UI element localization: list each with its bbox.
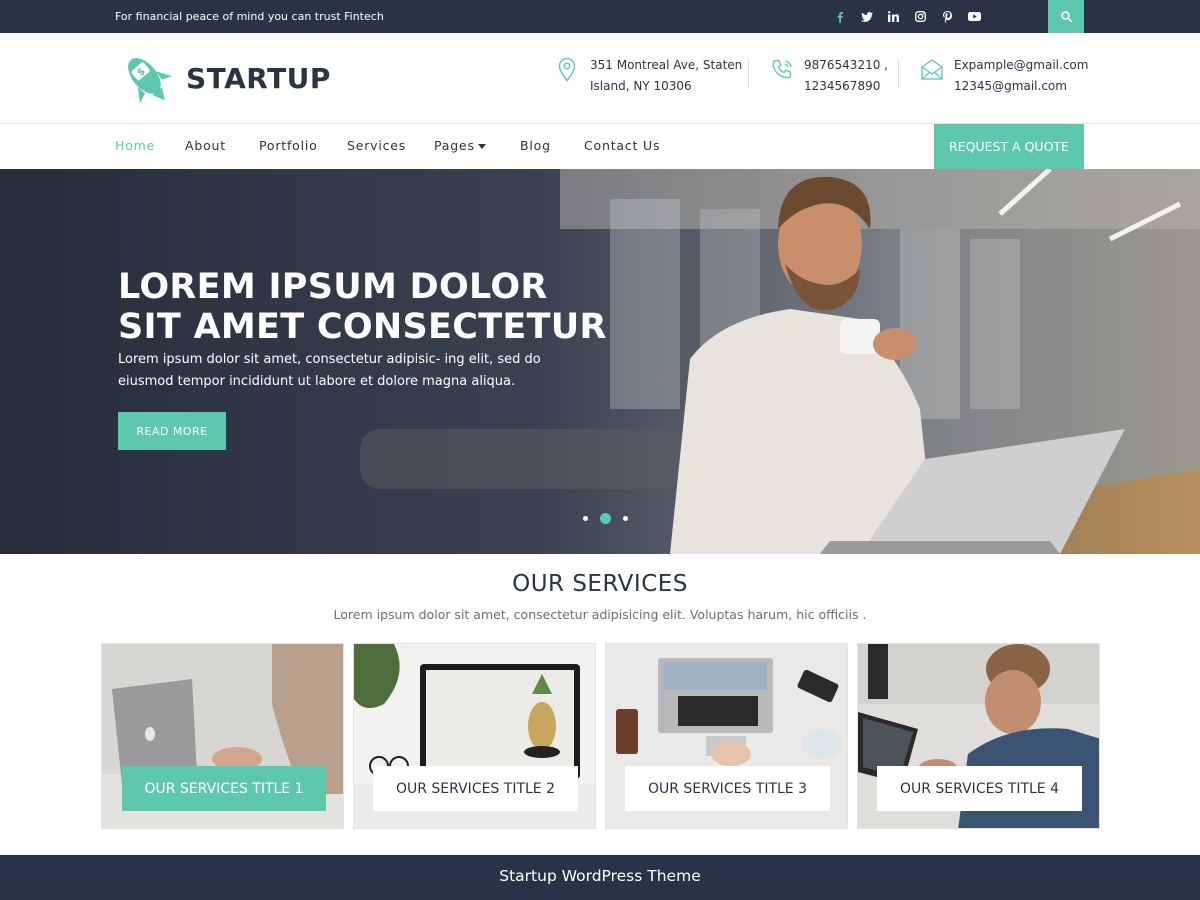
email-line-1[interactable]: Expample@gmail.com: [954, 55, 1088, 76]
search-button[interactable]: [1048, 0, 1084, 33]
service-card-title-1[interactable]: OUR SERVICES TITLE 1: [122, 766, 326, 811]
footer-credit[interactable]: Startup WordPress Theme: [0, 867, 1200, 885]
nav-item-portfolio[interactable]: Portfolio: [259, 138, 318, 153]
service-card-2[interactable]: OUR SERVICES TITLE 2: [353, 643, 596, 829]
service-card-3[interactable]: OUR SERVICES TITLE 3: [605, 643, 848, 829]
services-subtitle: Lorem ipsum dolor sit amet, consectetur …: [333, 607, 867, 622]
nav-item-pages-label: Pages: [434, 138, 475, 153]
service-card-title-2[interactable]: OUR SERVICES TITLE 2: [373, 766, 578, 811]
address-line-2: Island, NY 10306: [590, 79, 692, 93]
slider-dot[interactable]: [583, 516, 588, 521]
nav-item-contact[interactable]: Contact Us: [584, 138, 660, 153]
address-block: 351 Montreal Ave, Staten Island, NY 1030…: [556, 55, 742, 97]
linkedin-icon[interactable]: [880, 0, 907, 33]
phone-line-1[interactable]: 9876543210 ,: [804, 55, 888, 76]
caret-down-icon: [477, 144, 486, 149]
facebook-icon[interactable]: [826, 0, 853, 33]
site-footer: Startup WordPress Theme: [0, 855, 1200, 900]
slider-dot[interactable]: [623, 516, 628, 521]
top-tagline: For financial peace of mind you can trus…: [115, 10, 384, 23]
twitter-icon[interactable]: [853, 0, 880, 33]
nav-item-pages[interactable]: Pages: [434, 138, 486, 153]
site-logo-text[interactable]: STARTUP: [186, 62, 331, 95]
service-card-1[interactable]: OUR SERVICES TITLE 1: [101, 643, 344, 829]
header-divider: [748, 60, 749, 88]
top-bar: For financial peace of mind you can trus…: [0, 0, 1200, 33]
address-line-1: 351 Montreal Ave, Staten: [590, 58, 743, 72]
email-line-2[interactable]: 12345@gmail.com: [954, 76, 1088, 97]
phone-icon: [772, 59, 792, 79]
rocket-logo-icon[interactable]: $: [117, 49, 177, 109]
search-icon: [1060, 11, 1072, 22]
service-card-title-4[interactable]: OUR SERVICES TITLE 4: [877, 766, 1082, 811]
phone-line-2[interactable]: 1234567890: [804, 76, 888, 97]
hero-description: Lorem ipsum dolor sit amet, consectetur …: [118, 352, 541, 389]
nav-item-blog[interactable]: Blog: [520, 138, 551, 153]
hero-title: LOREM IPSUM DOLOR SIT AMET CONSECTETUR: [118, 267, 678, 347]
site-header: $ STARTUP 351 Montreal Ave, Staten Islan…: [0, 33, 1200, 124]
slider-dot-active[interactable]: [600, 513, 611, 524]
youtube-icon[interactable]: [961, 0, 988, 33]
hero-slider: LOREM IPSUM DOLOR SIT AMET CONSECTETUR L…: [0, 169, 1200, 554]
request-quote-button[interactable]: REQUEST A QUOTE: [934, 124, 1084, 169]
slider-dots: [577, 513, 634, 524]
service-card-title-3[interactable]: OUR SERVICES TITLE 3: [625, 766, 830, 811]
email-block: Expample@gmail.com 12345@gmail.com: [920, 55, 1088, 97]
nav-item-services[interactable]: Services: [347, 138, 406, 153]
read-more-button[interactable]: READ MORE: [118, 412, 226, 450]
nav-item-about[interactable]: About: [185, 138, 226, 153]
social-links: [826, 0, 988, 33]
nav-item-home[interactable]: Home: [115, 138, 155, 153]
envelope-icon: [921, 59, 943, 80]
instagram-icon[interactable]: [907, 0, 934, 33]
header-divider: [898, 60, 899, 88]
services-heading: OUR SERVICES: [512, 571, 688, 597]
hero-title-line-1: LOREM IPSUM DOLOR: [118, 267, 548, 307]
phone-block: 9876543210 , 1234567890: [770, 55, 888, 97]
pinterest-icon[interactable]: [934, 0, 961, 33]
service-card-4[interactable]: OUR SERVICES TITLE 4: [857, 643, 1100, 829]
map-pin-icon: [558, 57, 576, 82]
hero-title-line-2: SIT AMET CONSECTETUR: [118, 307, 607, 347]
